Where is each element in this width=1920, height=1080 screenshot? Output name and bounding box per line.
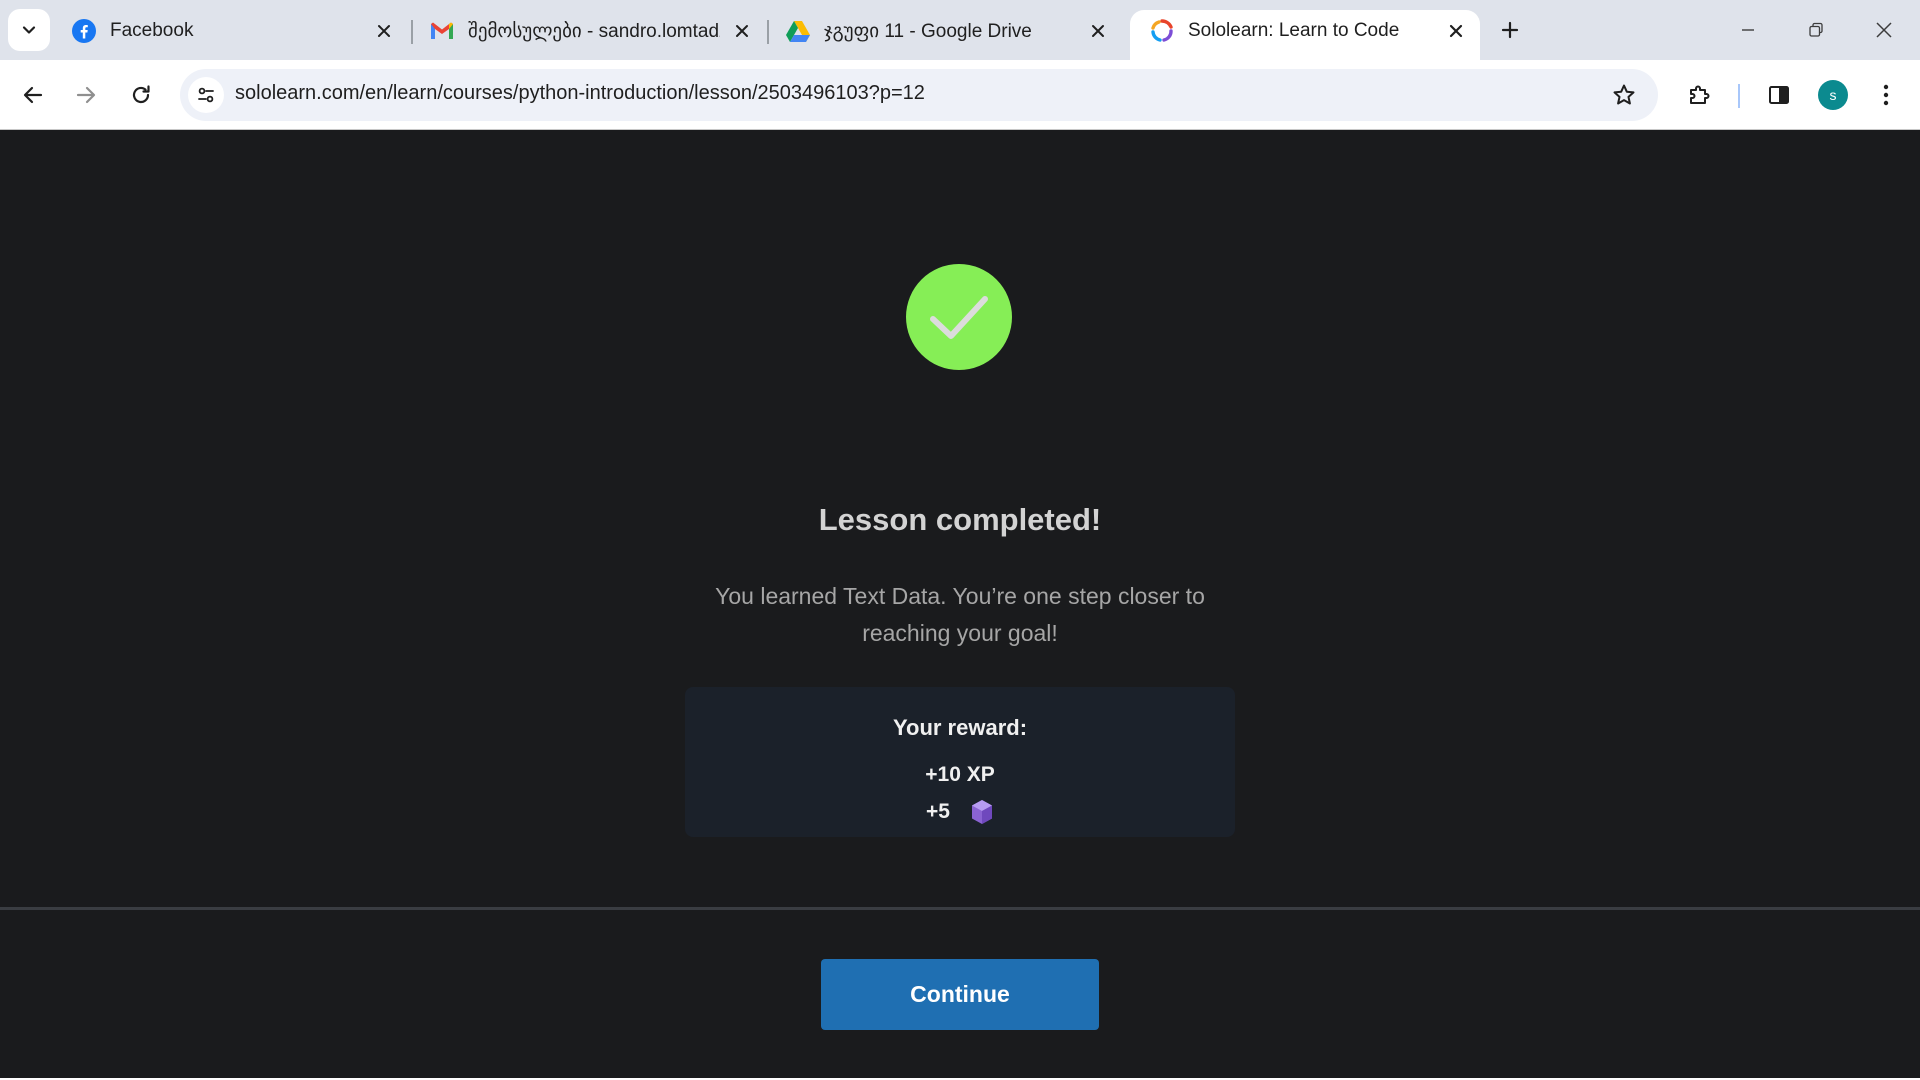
tab-title: შემოსულები - sandro.lomtadze: [468, 20, 720, 42]
site-info-button[interactable]: [188, 77, 224, 113]
tab-title: Sololearn: Learn to Code: [1188, 20, 1400, 41]
checkmark-icon: [930, 296, 988, 339]
reward-gems-row: +5: [685, 799, 1235, 825]
facebook-icon: [72, 19, 96, 43]
lesson-complete-page: Lesson completed! You learned Text Data.…: [0, 131, 1920, 1080]
close-icon: [1449, 24, 1463, 38]
plus-icon: [1501, 21, 1519, 39]
close-tab-button[interactable]: [1084, 17, 1112, 45]
tab-gmail[interactable]: შემოსულები - sandro.lomtadze: [410, 10, 766, 52]
puzzle-icon: [1690, 85, 1710, 104]
forward-button[interactable]: [64, 73, 108, 117]
address-bar[interactable]: sololearn.com/en/learn/courses/python-in…: [180, 69, 1658, 121]
gem-icon: [970, 799, 994, 825]
close-window-button[interactable]: [1860, 8, 1908, 52]
star-icon: [1613, 84, 1635, 105]
close-tab-button[interactable]: [728, 17, 756, 45]
reward-xp: +10 XP: [925, 763, 995, 786]
gmail-icon: [430, 19, 454, 43]
close-icon: [736, 25, 748, 37]
reload-icon: [132, 85, 150, 104]
lesson-completed-message: You learned Text Data. You’re one step c…: [715, 583, 1205, 646]
reward-card: Your reward: +10 XP +5: [685, 687, 1235, 837]
success-check-badge: [906, 264, 1012, 370]
reward-gems-value: +5: [926, 800, 950, 823]
tab-search-button[interactable]: [8, 9, 50, 51]
side-panel-button[interactable]: [1757, 73, 1801, 117]
profile-avatar[interactable]: s: [1818, 80, 1848, 110]
continue-button[interactable]: Continue: [821, 959, 1099, 1030]
tab-sololearn[interactable]: Sololearn: Learn to Code: [1130, 10, 1480, 60]
close-icon: [378, 25, 390, 37]
reload-button[interactable]: [119, 73, 163, 117]
restore-button[interactable]: [1792, 8, 1840, 52]
menu-button[interactable]: [1864, 73, 1908, 117]
footer-divider: [0, 907, 1920, 910]
restore-icon: [1809, 22, 1823, 37]
tune-icon: [198, 87, 214, 103]
lesson-completed-heading: Lesson completed!: [818, 502, 1102, 537]
tab-title: Facebook: [110, 20, 194, 41]
side-panel-icon: [1769, 86, 1789, 104]
chevron-down-icon: [22, 26, 36, 34]
tab-strip: Facebook შემოსულები - sandro.lomtadze ჯგ…: [0, 0, 1920, 60]
bookmark-button[interactable]: [1608, 79, 1640, 111]
reward-title: Your reward:: [892, 715, 1028, 740]
minimize-button[interactable]: [1724, 8, 1772, 52]
close-icon: [1876, 22, 1892, 38]
toolbar-divider: [1738, 84, 1740, 108]
google-drive-icon: [786, 19, 810, 43]
close-tab-button[interactable]: [1442, 17, 1470, 45]
more-vertical-icon: [1883, 84, 1889, 106]
url-text[interactable]: sololearn.com/en/learn/courses/python-in…: [235, 82, 925, 105]
close-tab-button[interactable]: [370, 17, 398, 45]
browser-toolbar: sololearn.com/en/learn/courses/python-in…: [0, 60, 1920, 130]
tab-google-drive[interactable]: ჯგუფი 11 - Google Drive: [766, 10, 1122, 52]
extensions-button[interactable]: [1677, 73, 1721, 117]
new-tab-button[interactable]: [1494, 14, 1526, 46]
sololearn-icon: [1150, 19, 1174, 43]
arrow-left-icon: [23, 86, 43, 104]
tab-facebook[interactable]: Facebook: [52, 10, 408, 52]
arrow-right-icon: [76, 86, 96, 104]
close-icon: [1092, 25, 1104, 37]
minimize-icon: [1742, 29, 1754, 31]
back-button[interactable]: [11, 73, 55, 117]
tab-title: ჯგუფი 11 - Google Drive: [824, 20, 1032, 42]
